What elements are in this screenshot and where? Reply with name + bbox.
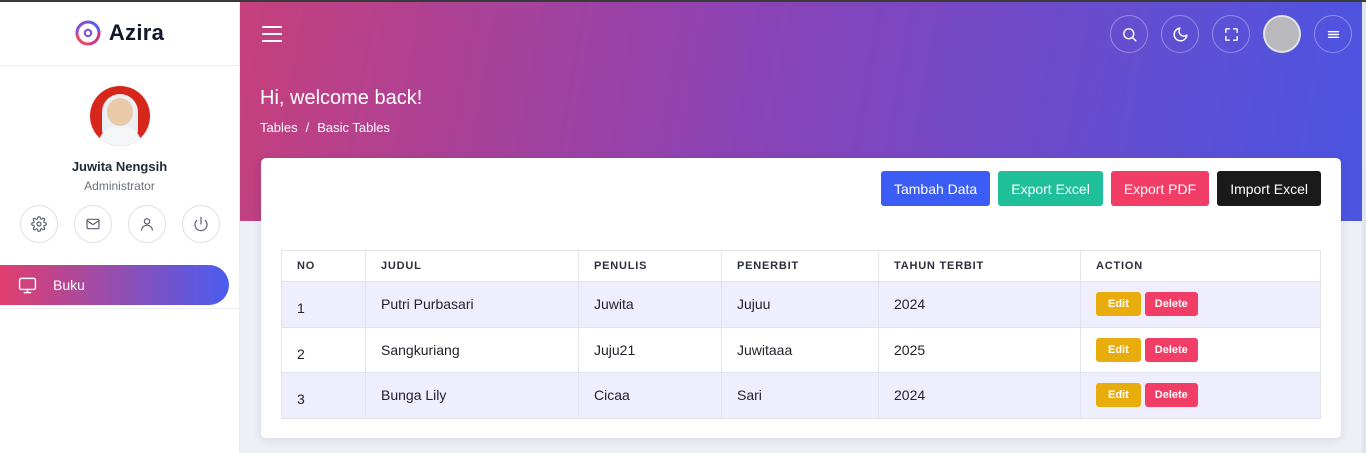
delete-button[interactable]: Delete [1144, 292, 1198, 317]
profile-button[interactable] [127, 205, 166, 243]
sidebar-toggle-button[interactable] [262, 26, 282, 42]
cell-penerbit: Juwitaaa [721, 326, 879, 373]
menu-button[interactable] [1314, 15, 1352, 53]
azira-logo-icon [75, 20, 101, 45]
settings-button[interactable] [19, 205, 58, 243]
monitor-icon [18, 277, 37, 293]
header-judul: JUDUL [365, 250, 579, 282]
cell-action: Edit Delete [1080, 326, 1321, 373]
breadcrumb: Tables / Basic Tables [260, 120, 390, 135]
search-icon [1122, 27, 1137, 42]
header-avatar[interactable] [1263, 15, 1301, 53]
cell-action: Edit Delete [1080, 372, 1321, 419]
menu-icon [1327, 30, 1339, 38]
user-name: Juwita Nengsih [71, 159, 168, 174]
delete-button[interactable]: Delete [1144, 383, 1198, 408]
brand[interactable]: Azira [0, 0, 239, 66]
export-pdf-button[interactable]: Export PDF [1110, 171, 1210, 206]
cell-judul: Bunga Lily [365, 372, 579, 419]
breadcrumb-separator: / [305, 120, 310, 135]
breadcrumb-basic-tables: Basic Tables [317, 120, 390, 135]
cell-penerbit: Sari [721, 372, 879, 419]
header-tahun-terbit: TAHUN TERBIT [878, 250, 1081, 282]
cell-penulis: Cicaa [578, 372, 722, 419]
fullscreen-button[interactable] [1212, 15, 1250, 53]
sidebar: Azira Juwita Nengsih Administrator Buku [0, 0, 240, 453]
cell-judul: Sangkuriang [365, 326, 579, 373]
fullscreen-icon [1224, 27, 1238, 41]
logout-button[interactable] [181, 205, 220, 243]
edit-button[interactable]: Edit [1096, 292, 1141, 317]
cell-no: 3 [281, 372, 366, 419]
header-no: NO [281, 250, 366, 282]
mail-icon [85, 218, 100, 230]
table-row: 2 Sangkuriang Juju21 Juwitaaa 2025 Edit … [281, 326, 1321, 373]
table-header-row: NO JUDUL PENULIS PENERBIT TAHUN TERBIT A… [281, 250, 1321, 282]
edit-button[interactable]: Edit [1096, 337, 1141, 362]
profile-actions [19, 205, 220, 243]
tambah-data-button[interactable]: Tambah Data [880, 171, 991, 206]
cell-penulis: Juwita [578, 281, 722, 328]
export-excel-button[interactable]: Export Excel [998, 171, 1103, 206]
table-row: 1 Putri Purbasari Juwita Jujuu 2024 Edit… [281, 281, 1321, 328]
moon-icon [1173, 26, 1188, 41]
table-row: 3 Bunga Lily Cicaa Sari 2024 Edit Delete [281, 372, 1321, 419]
cell-tahun: 2024 [878, 372, 1081, 419]
power-icon [193, 216, 208, 232]
user-profile: Juwita Nengsih Administrator [0, 66, 239, 243]
delete-button[interactable]: Delete [1144, 337, 1198, 362]
header-penerbit: PENERBIT [721, 250, 879, 282]
cell-tahun: 2025 [878, 326, 1081, 373]
data-table: NO JUDUL PENULIS PENERBIT TAHUN TERBIT A… [281, 250, 1321, 419]
sidebar-divider [0, 308, 240, 309]
gear-icon [30, 216, 47, 232]
header-penulis: PENULIS [578, 250, 722, 282]
dark-mode-button[interactable] [1161, 15, 1199, 53]
cell-no: 2 [281, 326, 366, 373]
user-role: Administrator [84, 179, 155, 193]
header-action: ACTION [1080, 250, 1321, 282]
toolbar: Tambah Data Export Excel Export PDF Impo… [880, 171, 1321, 206]
sidebar-item-label: Buku [53, 277, 85, 293]
cell-tahun: 2024 [878, 281, 1081, 328]
brand-name: Azira [108, 19, 165, 45]
page-title: Hi, welcome back! [260, 87, 423, 109]
cell-no: 1 [281, 281, 366, 328]
cell-penulis: Juju21 [578, 326, 722, 373]
header-actions [1110, 15, 1352, 53]
user-icon [140, 218, 153, 231]
breadcrumb-tables[interactable]: Tables [260, 120, 298, 135]
sidebar-item-buku[interactable]: Buku [0, 265, 229, 305]
window-top-border [0, 0, 1366, 2]
table-card: Tambah Data Export Excel Export PDF Impo… [261, 158, 1341, 438]
edit-button[interactable]: Edit [1096, 383, 1141, 408]
search-button[interactable] [1110, 15, 1148, 53]
user-avatar [89, 86, 150, 146]
cell-judul: Putri Purbasari [365, 281, 579, 328]
cell-action: Edit Delete [1080, 281, 1321, 328]
import-excel-button[interactable]: Import Excel [1217, 171, 1321, 206]
cell-penerbit: Jujuu [721, 281, 879, 328]
mail-button[interactable] [73, 205, 112, 243]
scrollbar-track[interactable] [1362, 0, 1366, 453]
